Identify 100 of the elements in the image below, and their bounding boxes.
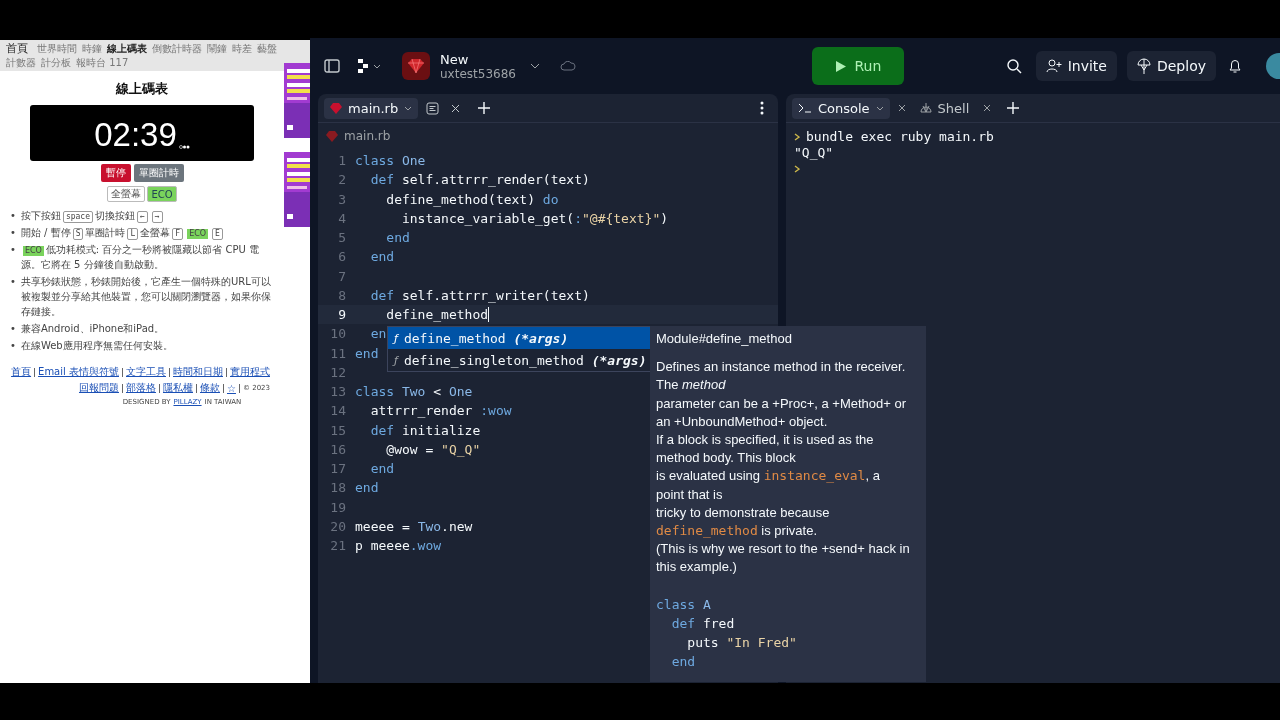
add-tab-icon[interactable] (1007, 102, 1020, 114)
code-line: end (369, 461, 395, 477)
close-icon[interactable] (897, 104, 906, 112)
doc-line: define_method is private. (656, 522, 817, 541)
play-icon (834, 59, 847, 73)
suggestion-item[interactable]: ƒ define_singleton_method (*args) (388, 349, 650, 371)
footer-link[interactable]: Email 表情與符號 (38, 365, 119, 379)
code-line: def fred (670, 614, 736, 633)
caret-icon (875, 105, 884, 111)
nav-link[interactable]: 倒數計時器 (152, 42, 202, 55)
footer-link[interactable]: 隱私權 (163, 381, 193, 395)
console-output: "Q_Q" (794, 145, 834, 161)
code-line: end (670, 653, 697, 672)
code-line: end (355, 345, 379, 361)
more-icon[interactable] (760, 101, 764, 115)
close-icon[interactable] (983, 104, 992, 112)
footer-link[interactable]: 實用程式 (230, 365, 270, 379)
nav-link[interactable]: 世界時間 (37, 42, 77, 55)
code-line: @wow = "Q_Q" (385, 441, 481, 457)
breadcrumb[interactable]: main.rb (344, 129, 391, 143)
footer-link[interactable]: 回報問題 (79, 381, 119, 395)
code-line: class A (656, 595, 712, 614)
toggle-button[interactable]: 全螢幕 (107, 186, 146, 202)
help-item: 共享秒錶狀態，秒錶開始後，它產生一個特殊的URL可以被複製並分享給其他裝置，您可以關閉瀏覽器，如果你保存鏈接。 (20, 275, 272, 319)
bell-icon[interactable] (1228, 58, 1242, 74)
doc-line: (This is why we resort to the +send+ hack in (656, 540, 910, 559)
hundredths-dots-icon (178, 145, 190, 149)
line-number: 19 (329, 499, 347, 515)
footer-link[interactable]: 條款 (200, 381, 220, 395)
code-line: def self.attrrr_render(text) (369, 172, 590, 188)
sidebar-toggle-icon[interactable] (324, 59, 340, 73)
suggestion-item[interactable]: ƒ define_method (*args) (388, 327, 650, 349)
bullet-marker: • (10, 209, 16, 223)
line-number: 10 (329, 326, 347, 342)
document-icon[interactable] (426, 101, 440, 115)
doc-line: parameter can be a +Proc+, a +Method+ or (656, 394, 907, 413)
run-button[interactable]: Run (811, 47, 904, 85)
nav-link[interactable]: 報時台 117 (76, 56, 129, 69)
code-line: def initialize (369, 422, 481, 438)
line-number: 18 (329, 480, 347, 496)
code-line: def self.attrrr_writer(text) (369, 287, 590, 303)
console-tab[interactable]: Console (792, 97, 890, 119)
code-line: puts "In Fred" (686, 634, 798, 653)
terminal-icon (798, 103, 812, 113)
ruby-file-icon (330, 102, 342, 114)
add-person-icon (1045, 59, 1062, 73)
toggle-button[interactable]: ECO (147, 186, 177, 202)
file-tab[interactable]: main.rb (324, 97, 419, 119)
nav-link[interactable]: 時鐘 (82, 42, 102, 55)
doc-line: an +UnboundMethod+ object. (656, 412, 828, 431)
footer-link[interactable]: 文字工具 (126, 365, 166, 379)
help-item: 在線Web應用程序無需任何安裝。 (20, 339, 173, 353)
console-command: bundle exec ruby main.rb (806, 129, 994, 145)
code-line: class Two < One (355, 384, 473, 400)
close-icon[interactable] (451, 103, 461, 113)
caret-icon[interactable] (529, 63, 540, 69)
invite-button[interactable]: Invite (1035, 51, 1117, 81)
page-title: 線上碼表 (116, 80, 168, 98)
code-line: instance_variable_get(:"@#{text}") (400, 210, 669, 226)
console-tab[interactable]: Shell (913, 97, 976, 119)
bullet-marker: • (10, 243, 16, 257)
line-number: 1 (337, 153, 347, 169)
line-number: 11 (329, 345, 347, 361)
footer-link[interactable]: 首頁 (11, 365, 32, 379)
avatar[interactable] (1266, 53, 1280, 79)
line-number: 6 (337, 249, 347, 265)
repl-name[interactable]: New (440, 51, 516, 67)
parachute-icon (1136, 58, 1151, 74)
doc-line: method body. This block (656, 449, 796, 468)
add-tab-icon[interactable] (478, 102, 491, 114)
nav-link[interactable]: 藝盤 (257, 42, 277, 55)
nav-link[interactable]: 時差 (232, 42, 252, 55)
prompt-icon (794, 133, 800, 141)
pause-button[interactable]: 暫停 (100, 164, 131, 182)
line-number: 15 (329, 422, 347, 438)
line-number: 3 (337, 191, 347, 207)
repl-owner: uxtest53686 (440, 66, 516, 81)
search-icon[interactable] (1005, 58, 1022, 74)
line-number: 16 (329, 441, 347, 457)
help-item: ECO 低功耗模式: 百分之一秒將被隱藏以節省 CPU 電源。它將在 5 分鐘後自動啟動。 (20, 243, 261, 272)
nav-link[interactable]: 首頁 (6, 42, 28, 55)
footer-link[interactable]: 部落格 (126, 381, 156, 395)
line-number: 14 (329, 403, 347, 419)
lap-button[interactable]: 單圈計時 (133, 164, 184, 182)
nav-link[interactable]: 鬧鐘 (207, 42, 227, 55)
help-item: 按下按鈕 space 切換按鈕 ← → (20, 208, 165, 223)
deploy-button[interactable]: Deploy (1126, 51, 1216, 81)
code-line: end (369, 249, 395, 265)
footer-link[interactable]: ☆ (227, 382, 236, 394)
line-number: 21 (329, 538, 347, 554)
nav-link[interactable]: 線上碼表 (107, 42, 147, 55)
elapsed-time: 02:39 (94, 118, 177, 151)
nav-link[interactable]: 計分板 (41, 56, 71, 69)
caret-icon (404, 105, 413, 111)
line-number: 8 (337, 287, 347, 303)
nav-link[interactable]: 計數器 (6, 56, 36, 69)
cloud-icon (559, 61, 576, 71)
line-number: 4 (337, 210, 347, 226)
line-number: 5 (337, 230, 347, 246)
footer-link[interactable]: 時間和日期 (173, 365, 223, 379)
